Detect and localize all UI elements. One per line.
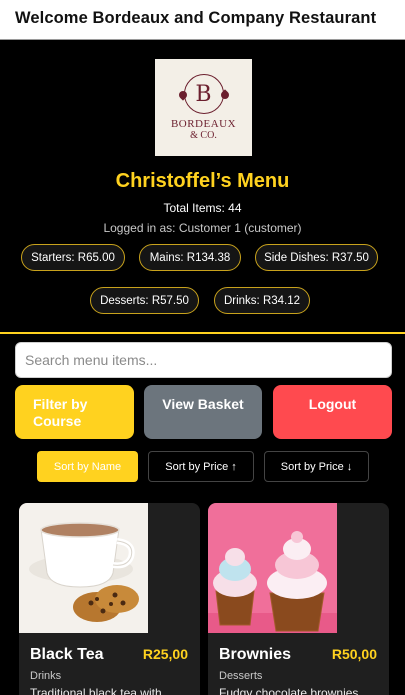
item-name: Brownies bbox=[219, 646, 292, 663]
item-description: Traditional black tea with bbox=[30, 686, 162, 695]
sort-price-desc-button[interactable]: Sort by Price ↓ bbox=[264, 451, 369, 482]
item-price: R50,00 bbox=[331, 646, 377, 662]
item-category: Drinks bbox=[30, 670, 62, 682]
total-items: Total Items: 44 bbox=[163, 201, 242, 215]
brownies-image bbox=[208, 503, 337, 633]
view-basket-button[interactable]: View Basket bbox=[144, 385, 262, 439]
section-divider bbox=[0, 332, 405, 334]
menu-title: Christoffel’s Menu bbox=[115, 170, 290, 192]
course-total-side-dishes[interactable]: Side Dishes: R37.50 bbox=[255, 244, 378, 271]
black-tea-image bbox=[19, 503, 148, 633]
app-bar: Welcome Bordeaux and Company Restaurant bbox=[0, 0, 405, 40]
sort-by-name-button[interactable]: Sort by Name bbox=[37, 451, 138, 482]
menu-item-card[interactable]: Black Tea R25,00 Drinks Traditional blac… bbox=[19, 503, 200, 695]
restaurant-logo: B BORDEAUX & CO. bbox=[155, 59, 252, 156]
item-description: Fudgy chocolate brownies bbox=[219, 686, 359, 695]
course-total-drinks[interactable]: Drinks: R34.12 bbox=[214, 287, 310, 314]
course-total-starters[interactable]: Starters: R65.00 bbox=[21, 244, 125, 271]
filter-by-course-button[interactable]: Filter by Course bbox=[15, 385, 134, 439]
menu-item-card[interactable]: Brownies R50,00 Desserts Fudgy chocolate… bbox=[208, 503, 389, 695]
app-title: Welcome Bordeaux and Company Restaurant bbox=[15, 9, 377, 27]
monogram-icon: B bbox=[183, 74, 224, 114]
logo-sub: & CO. bbox=[190, 130, 217, 141]
search-input[interactable] bbox=[15, 342, 392, 378]
sort-price-asc-button[interactable]: Sort by Price ↑ bbox=[148, 451, 254, 482]
logged-in-status: Logged in as: Customer 1 (customer) bbox=[103, 221, 302, 235]
logo-name: BORDEAUX bbox=[170, 118, 237, 130]
item-name: Black Tea bbox=[30, 646, 104, 663]
item-category: Desserts bbox=[219, 670, 263, 682]
course-total-mains[interactable]: Mains: R134.38 bbox=[139, 244, 241, 271]
course-total-desserts[interactable]: Desserts: R57.50 bbox=[90, 287, 199, 314]
item-price: R25,00 bbox=[142, 646, 188, 662]
logout-button[interactable]: Logout bbox=[273, 385, 392, 439]
